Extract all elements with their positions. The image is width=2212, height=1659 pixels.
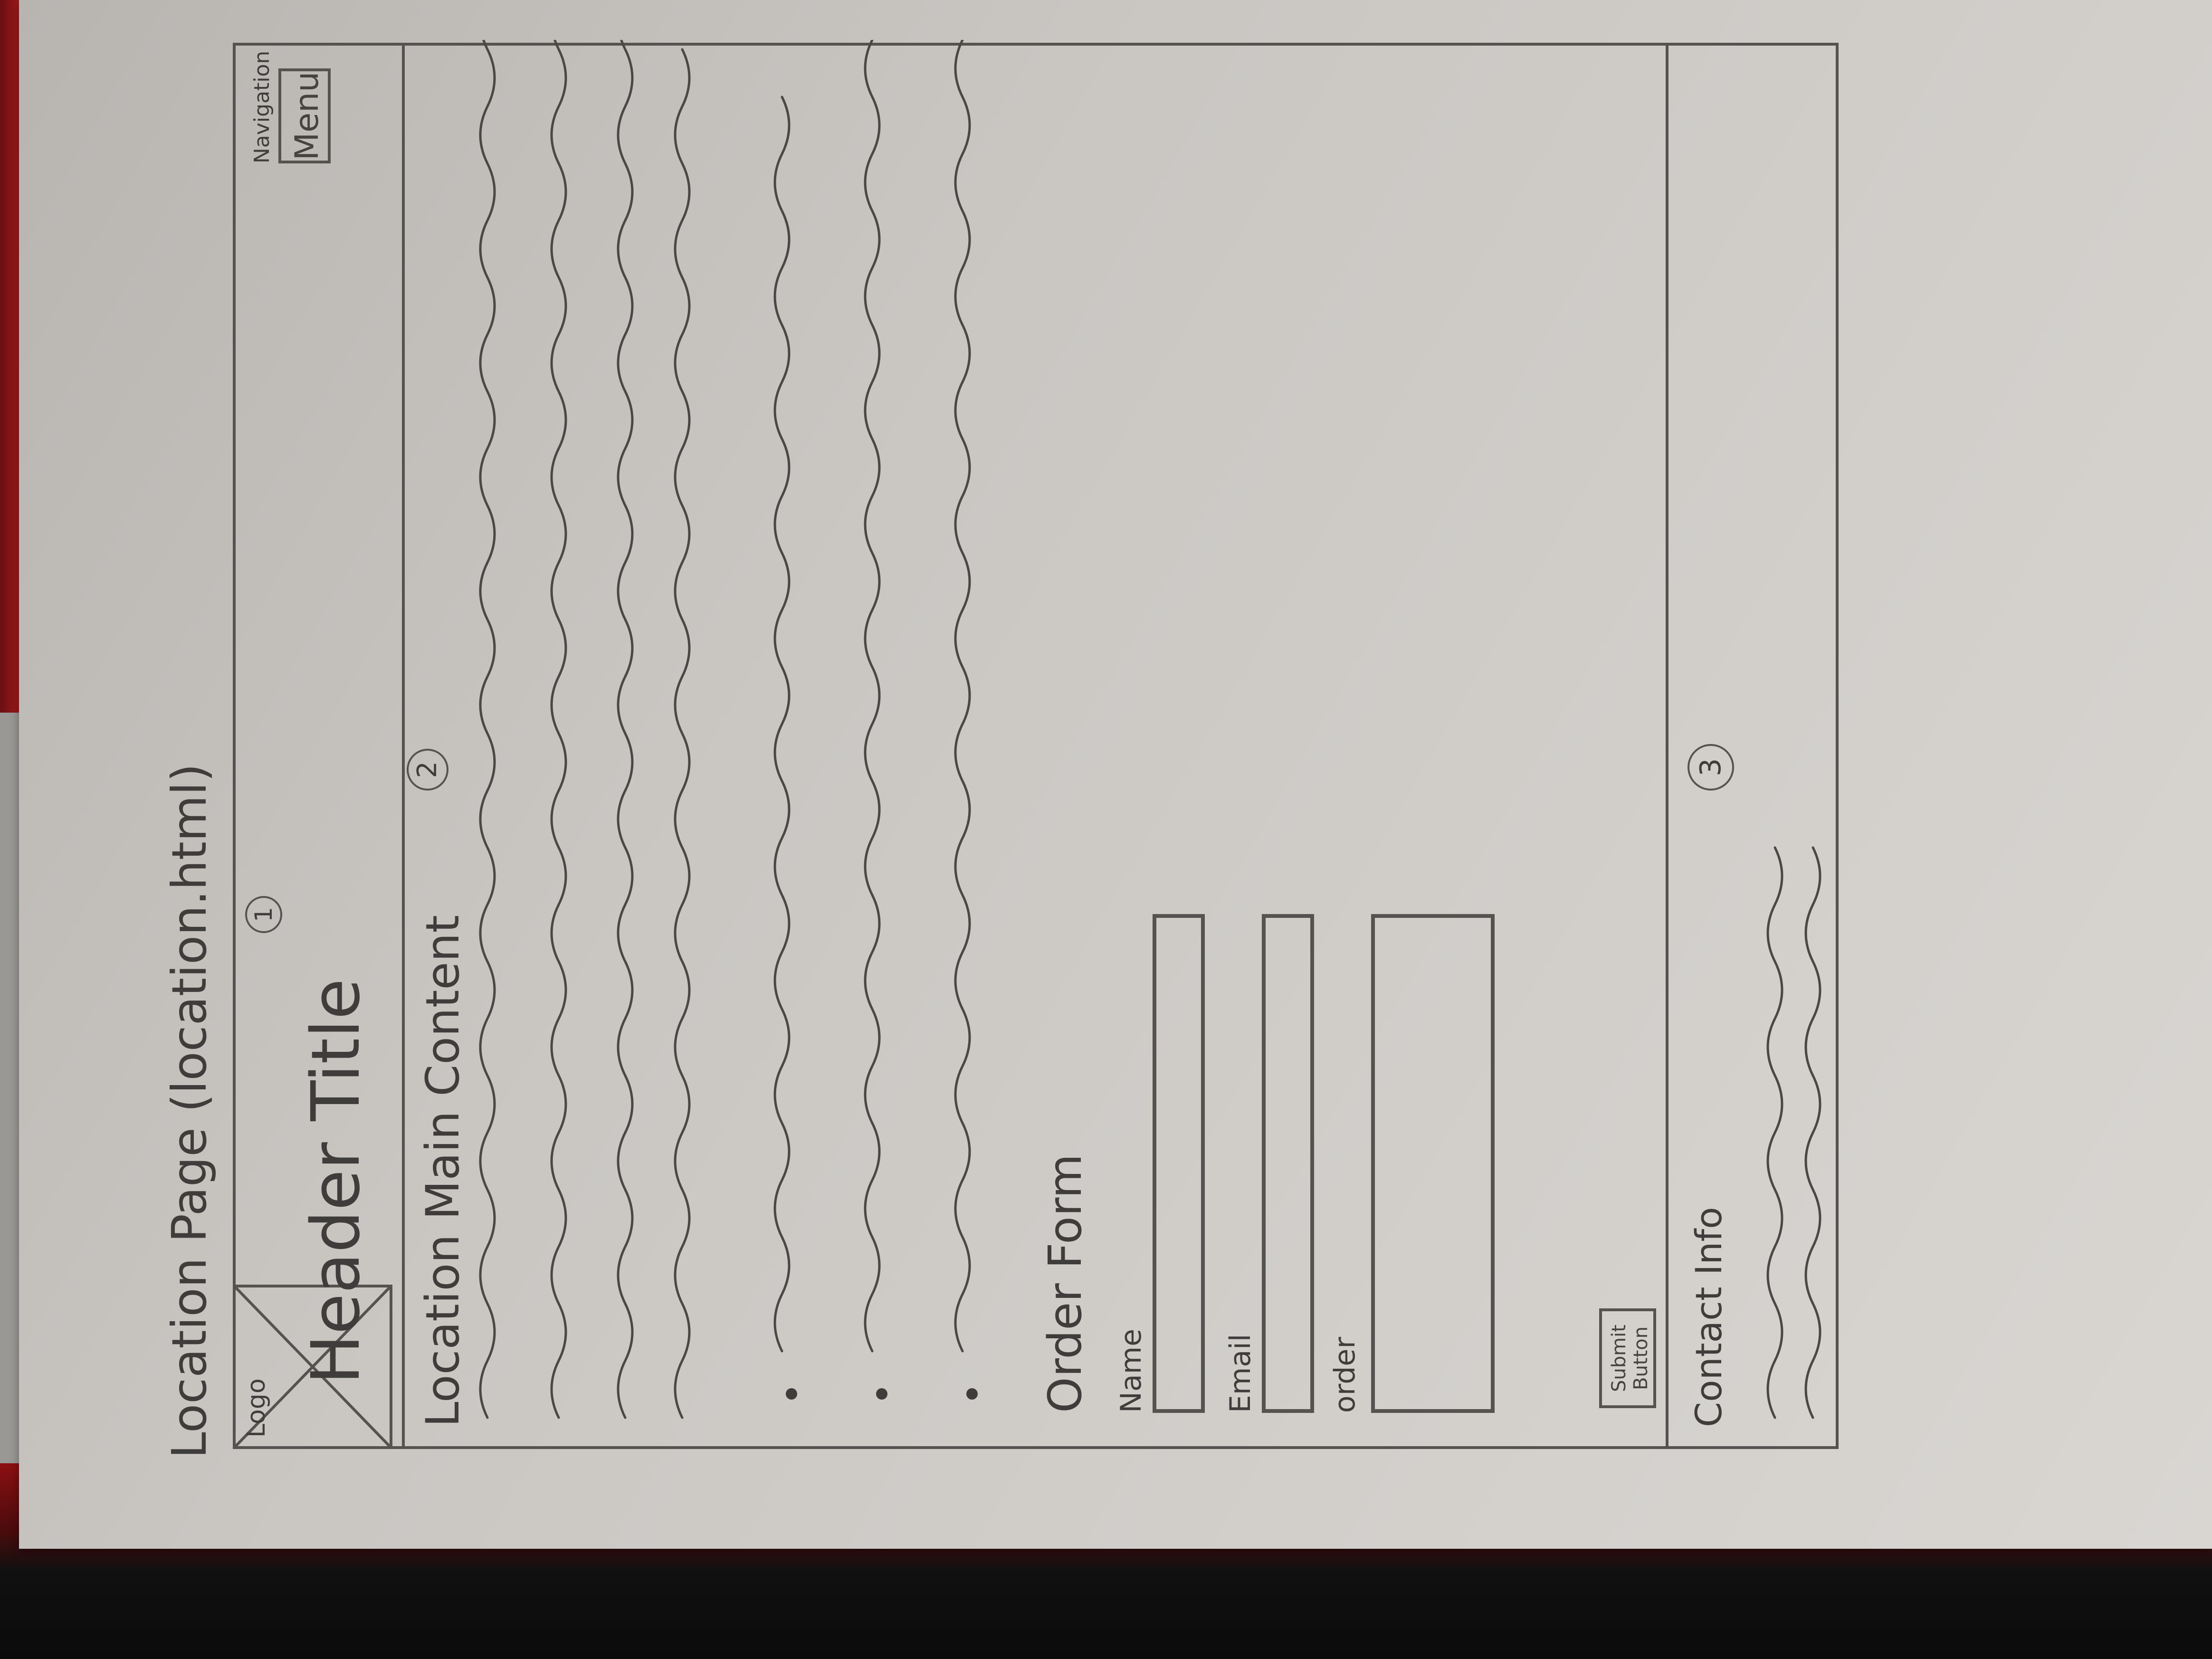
text-line-5 (773, 95, 791, 1353)
paper-sheet: Location Page (location.html) Logo Heade… (19, 0, 2212, 1549)
name-label: Name (1115, 1328, 1148, 1413)
wireframe-sketch: Location Page (location.html) Logo Heade… (162, 40, 1910, 1516)
text-line-4 (674, 48, 691, 1419)
order-textarea[interactable] (1371, 914, 1495, 1413)
email-label: Email (1224, 1334, 1257, 1413)
red-fabric-left (0, 0, 20, 713)
text-line-7 (954, 40, 971, 1353)
submit-button[interactable]: Submit Button (1599, 1308, 1656, 1408)
order-form-title: Order Form (1039, 1154, 1092, 1413)
name-input[interactable] (1153, 914, 1205, 1413)
bullet-3 (966, 1388, 978, 1400)
email-input[interactable] (1262, 914, 1314, 1413)
contact-info-label: Contact Info (1688, 1207, 1730, 1427)
bullet-1 (786, 1388, 797, 1400)
page-frame: Logo Header Title 1 Navigation Menu Loca… (233, 40, 1844, 1449)
order-label: order (1328, 1337, 1362, 1413)
text-line-3 (617, 40, 634, 1419)
text-line-6 (864, 40, 881, 1353)
section-marker-3: 3 (1688, 744, 1734, 791)
text-line-2 (550, 40, 567, 1419)
footer-section: Contact Info 3 (1666, 46, 1844, 1446)
text-line-1 (479, 40, 496, 1419)
page-caption: Location Page (location.html) (162, 763, 217, 1459)
bullet-2 (876, 1388, 887, 1400)
